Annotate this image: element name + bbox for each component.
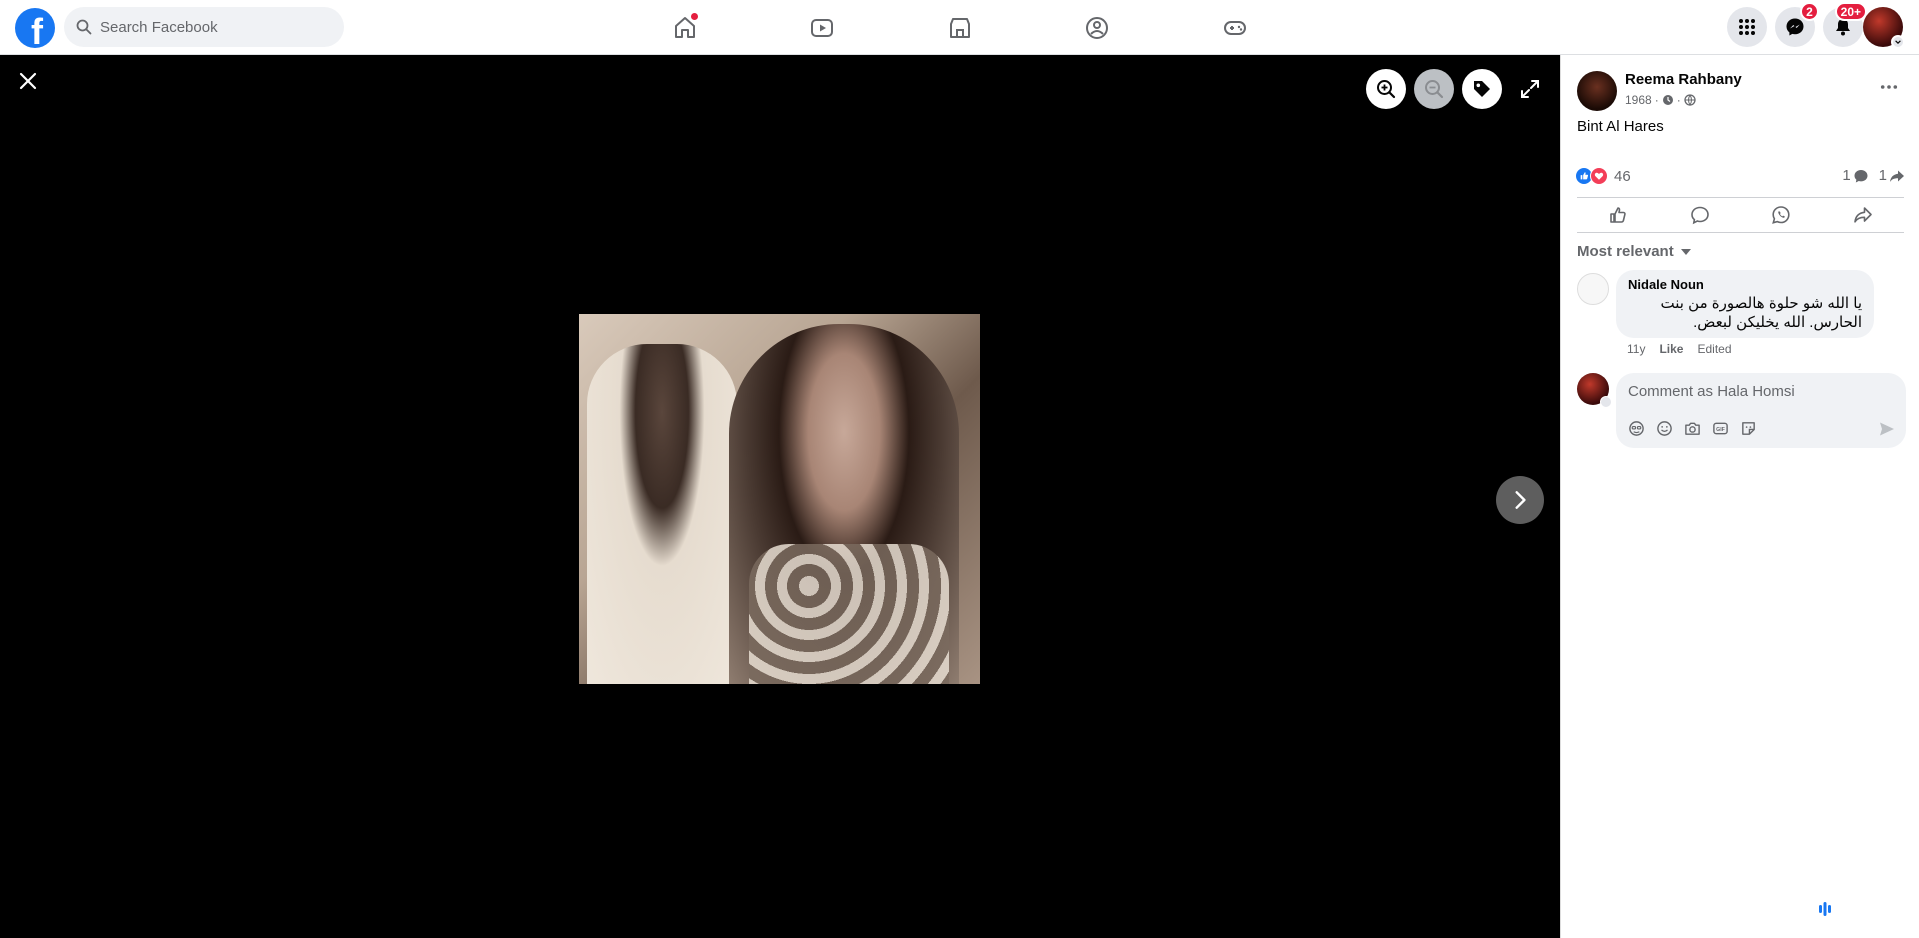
menu-button[interactable] xyxy=(1727,7,1767,47)
nav-video[interactable] xyxy=(792,0,852,55)
svg-text:GIF: GIF xyxy=(1716,427,1725,433)
search-box[interactable] xyxy=(64,7,344,47)
messenger-icon xyxy=(1786,18,1804,36)
sort-label: Most relevant xyxy=(1577,243,1674,260)
globe-icon xyxy=(1684,94,1696,106)
gaming-icon xyxy=(1224,20,1246,35)
comment-time[interactable]: 11y xyxy=(1627,342,1645,356)
commenter-avatar[interactable] xyxy=(1577,273,1609,305)
more-horizontal-icon xyxy=(1880,85,1898,89)
comment-bubble-icon xyxy=(1854,169,1868,182)
close-viewer-button[interactable] xyxy=(14,67,42,95)
comment-text: يا الله شو حلوة هالصورة من بنت الحارس. ا… xyxy=(1660,295,1862,331)
photo-floral-dress xyxy=(749,544,949,684)
love-reaction-icon xyxy=(1590,167,1608,185)
photo-child-figure xyxy=(587,344,737,684)
video-icon xyxy=(811,18,833,37)
meta-separator: · xyxy=(1654,93,1659,107)
nav-groups[interactable] xyxy=(1067,0,1127,55)
comment-like-link[interactable]: Like xyxy=(1659,342,1683,356)
comment-input[interactable] xyxy=(1628,383,1888,400)
post-details-panel: Reema Rahbany 1968 · · Bint Al Hares 46 … xyxy=(1560,55,1919,938)
gif-icon[interactable]: GIF xyxy=(1712,420,1729,437)
nav-home[interactable] xyxy=(655,0,715,55)
post-caption: Bint Al Hares xyxy=(1577,118,1664,135)
grid-menu-icon xyxy=(1739,19,1755,35)
share-button-icon[interactable] xyxy=(1853,205,1873,225)
header-right-actions: 2 20+ xyxy=(1719,0,1919,55)
zoom-out-button[interactable] xyxy=(1414,69,1454,109)
share-count[interactable]: 1 xyxy=(1879,167,1905,184)
notifications-badge: 20+ xyxy=(1834,2,1867,21)
nav-marketplace[interactable] xyxy=(930,0,990,55)
comment-sort-dropdown[interactable]: Most relevant xyxy=(1577,243,1692,260)
post-photo xyxy=(579,314,980,684)
messenger-badge: 2 xyxy=(1800,2,1819,21)
comment-count[interactable]: 1 xyxy=(1842,167,1868,184)
reaction-summary[interactable]: 46 xyxy=(1575,167,1631,185)
share-arrow-icon xyxy=(1890,170,1904,182)
comment-button-icon[interactable] xyxy=(1690,205,1710,225)
chevron-down-icon xyxy=(1600,396,1612,408)
account-avatar[interactable] xyxy=(1863,7,1905,49)
meta-separator-2: · xyxy=(1676,93,1681,107)
composer-tools: GIF xyxy=(1628,420,1757,437)
tag-icon xyxy=(1474,81,1490,97)
post-meta: 1968 · · xyxy=(1625,93,1696,107)
chevron-right-icon xyxy=(1515,491,1526,509)
share-count-value: 1 xyxy=(1878,167,1887,184)
tag-photo-button[interactable] xyxy=(1462,69,1502,109)
send-icon[interactable] xyxy=(1878,420,1896,438)
post-year[interactable]: 1968 xyxy=(1625,93,1652,107)
next-photo-button[interactable] xyxy=(1496,476,1544,524)
comment-count-value: 1 xyxy=(1842,167,1851,184)
fullscreen-icon[interactable] xyxy=(1518,77,1542,101)
comment-composer[interactable]: GIF xyxy=(1616,373,1906,448)
search-input[interactable] xyxy=(100,18,320,36)
groups-icon xyxy=(1086,16,1108,39)
commenter-name[interactable]: Nidale Noun xyxy=(1628,277,1862,292)
engagement-counts: 1 1 xyxy=(1842,167,1905,184)
sticker-icon[interactable] xyxy=(1740,420,1757,437)
caret-down-icon xyxy=(1680,248,1691,255)
post-actions-bar xyxy=(1577,197,1904,233)
emoji-icon[interactable] xyxy=(1656,420,1673,437)
reaction-count: 46 xyxy=(1614,167,1631,185)
current-user-avatar[interactable] xyxy=(1577,373,1612,408)
search-icon xyxy=(76,19,92,35)
home-notification-dot xyxy=(691,13,698,20)
top-navigation-bar: f 2 20+ xyxy=(0,0,1919,55)
comment-edited-label: Edited xyxy=(1697,342,1732,356)
whatsapp-button-icon[interactable] xyxy=(1771,205,1791,225)
messenger-button[interactable]: 2 xyxy=(1775,2,1819,47)
like-button-icon[interactable] xyxy=(1608,205,1628,225)
camera-icon[interactable] xyxy=(1684,420,1701,437)
more-options-button[interactable] xyxy=(1875,77,1903,97)
notifications-button[interactable]: 20+ xyxy=(1823,2,1867,47)
close-icon xyxy=(19,72,37,90)
comment-actions: 11y Like Edited xyxy=(1627,342,1732,356)
author-name[interactable]: Reema Rahbany xyxy=(1625,71,1742,88)
author-avatar[interactable] xyxy=(1577,71,1617,111)
photo-viewer xyxy=(0,55,1560,938)
clock-icon xyxy=(1662,95,1673,105)
chevron-down-icon xyxy=(1891,35,1905,49)
marketplace-icon xyxy=(950,17,970,38)
zoom-out-icon xyxy=(1425,80,1444,99)
zoom-in-button[interactable] xyxy=(1366,69,1406,109)
voice-assistant-icon[interactable] xyxy=(1810,898,1840,920)
comment-bubble: Nidale Noun يا الله شو حلوة هالصورة من ب… xyxy=(1616,270,1874,338)
nav-gaming[interactable] xyxy=(1205,0,1265,55)
avatar-sticker-icon[interactable] xyxy=(1628,420,1645,437)
zoom-in-icon xyxy=(1377,80,1396,99)
facebook-logo[interactable]: f xyxy=(15,8,55,48)
